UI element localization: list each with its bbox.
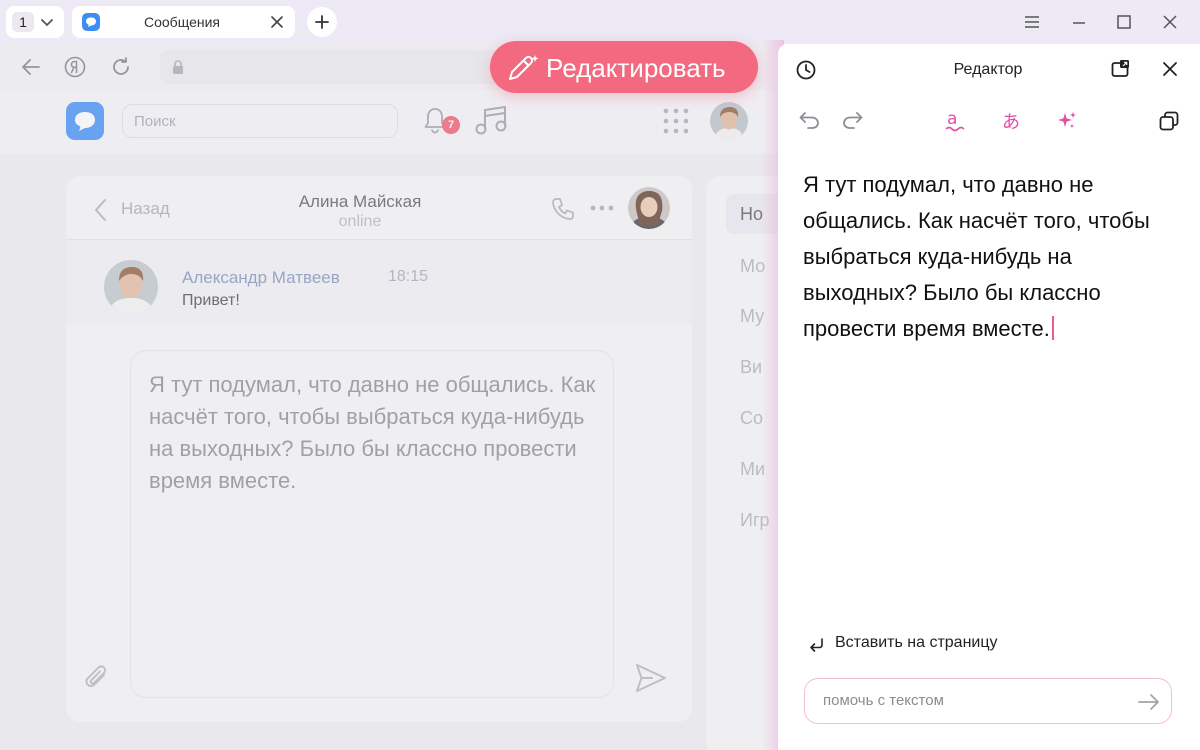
svg-text:a: a: [947, 109, 957, 129]
close-window-icon[interactable]: [1160, 12, 1180, 32]
music-note-icon[interactable]: [474, 105, 508, 137]
back-button[interactable]: Назад: [121, 199, 170, 219]
editor-panel: Редактор a あ Я тут подумал, что давно не…: [778, 44, 1200, 750]
lock-icon: [173, 60, 183, 74]
contact-name: Алина Майская: [298, 192, 422, 211]
user-avatar[interactable]: [710, 102, 748, 140]
author-avatar[interactable]: [104, 260, 158, 314]
edit-button-label: Редактировать: [546, 53, 726, 83]
svg-text:あ: あ: [1002, 112, 1020, 133]
messenger-header: Поиск 7: [0, 90, 780, 154]
tab-count: 1: [12, 12, 34, 32]
side-menu-item[interactable]: Му: [740, 306, 764, 327]
plus-icon: [315, 15, 329, 29]
tab-counter-button[interactable]: 1: [6, 6, 64, 38]
magic-pen-icon: [509, 55, 539, 80]
edit-button[interactable]: Редактировать: [490, 41, 758, 93]
contact-avatar[interactable]: [628, 187, 670, 229]
editor-text: Я тут подумал, что давно не общались. Ка…: [803, 172, 1150, 341]
open-in-window-icon[interactable]: [1110, 58, 1132, 80]
close-tab-icon[interactable]: [270, 15, 284, 29]
reload-icon[interactable]: [110, 56, 132, 78]
notification-badge: 7: [442, 116, 460, 134]
side-menu-item[interactable]: Со: [740, 408, 763, 429]
side-menu-item[interactable]: Ви: [740, 357, 762, 378]
address-bar[interactable]: [160, 50, 500, 84]
translate-icon[interactable]: あ: [1000, 108, 1026, 134]
help-input-placeholder: помочь с текстом: [823, 692, 944, 709]
help-with-text-input[interactable]: помочь с текстом: [804, 678, 1172, 724]
arrow-right-icon[interactable]: [1137, 693, 1161, 711]
chevron-left-icon[interactable]: [94, 198, 108, 222]
spellcheck-icon[interactable]: a: [944, 108, 968, 134]
maximize-icon[interactable]: [1114, 12, 1134, 32]
paperclip-icon[interactable]: [82, 662, 112, 694]
search-input[interactable]: Поиск: [122, 104, 398, 138]
minimize-icon[interactable]: [1069, 12, 1089, 32]
message-time: 18:15: [388, 268, 429, 285]
editor-text-area[interactable]: Я тут подумал, что давно не общались. Ка…: [803, 167, 1183, 347]
message-author[interactable]: Александр Матвеев: [182, 268, 340, 288]
insert-to-page-button[interactable]: Вставить на страницу: [835, 634, 998, 652]
redo-icon[interactable]: [842, 110, 864, 130]
close-panel-icon[interactable]: [1160, 59, 1180, 79]
tab-title: Сообщения: [144, 14, 220, 30]
editor-title: Редактор: [953, 61, 1023, 78]
contact-status: online: [338, 213, 382, 230]
messenger-favicon-icon: [82, 13, 100, 31]
back-arrow-icon[interactable]: [20, 56, 42, 78]
chevron-down-icon: [41, 19, 53, 27]
messenger-page: Поиск 7 Назад Алина Майская online Алекс…: [0, 90, 780, 750]
chat-header: Назад Алина Майская online: [66, 176, 692, 240]
message-composer[interactable]: Я тут подумал, что давно не общались. Ка…: [130, 350, 614, 698]
more-options-icon[interactable]: [590, 204, 614, 212]
phone-icon[interactable]: [550, 196, 576, 222]
history-clock-icon[interactable]: [795, 59, 817, 81]
text-caret: [1051, 316, 1054, 340]
apps-grid-icon[interactable]: [663, 108, 689, 134]
tab-messages[interactable]: Сообщения: [72, 6, 295, 38]
menu-icon[interactable]: [1022, 12, 1042, 32]
undo-icon[interactable]: [798, 110, 820, 130]
insert-return-icon[interactable]: [808, 636, 826, 654]
side-menu-item[interactable]: Но: [740, 204, 763, 225]
send-icon[interactable]: [634, 662, 668, 694]
messenger-logo-icon[interactable]: [66, 102, 104, 140]
message-item: Александр Матвеев 18:15 Привет!: [66, 240, 692, 324]
yandex-logo-icon[interactable]: [64, 56, 86, 78]
browser-titlebar: 1 Сообщения: [0, 0, 1200, 44]
chat-window: Назад Алина Майская online Александр Мат…: [66, 176, 692, 722]
message-text: Привет!: [182, 292, 240, 309]
sparkles-icon[interactable]: [1056, 110, 1078, 132]
new-tab-button[interactable]: [307, 7, 337, 37]
copy-icon[interactable]: [1158, 110, 1180, 132]
composer-text[interactable]: Я тут подумал, что давно не общались. Ка…: [149, 369, 605, 497]
